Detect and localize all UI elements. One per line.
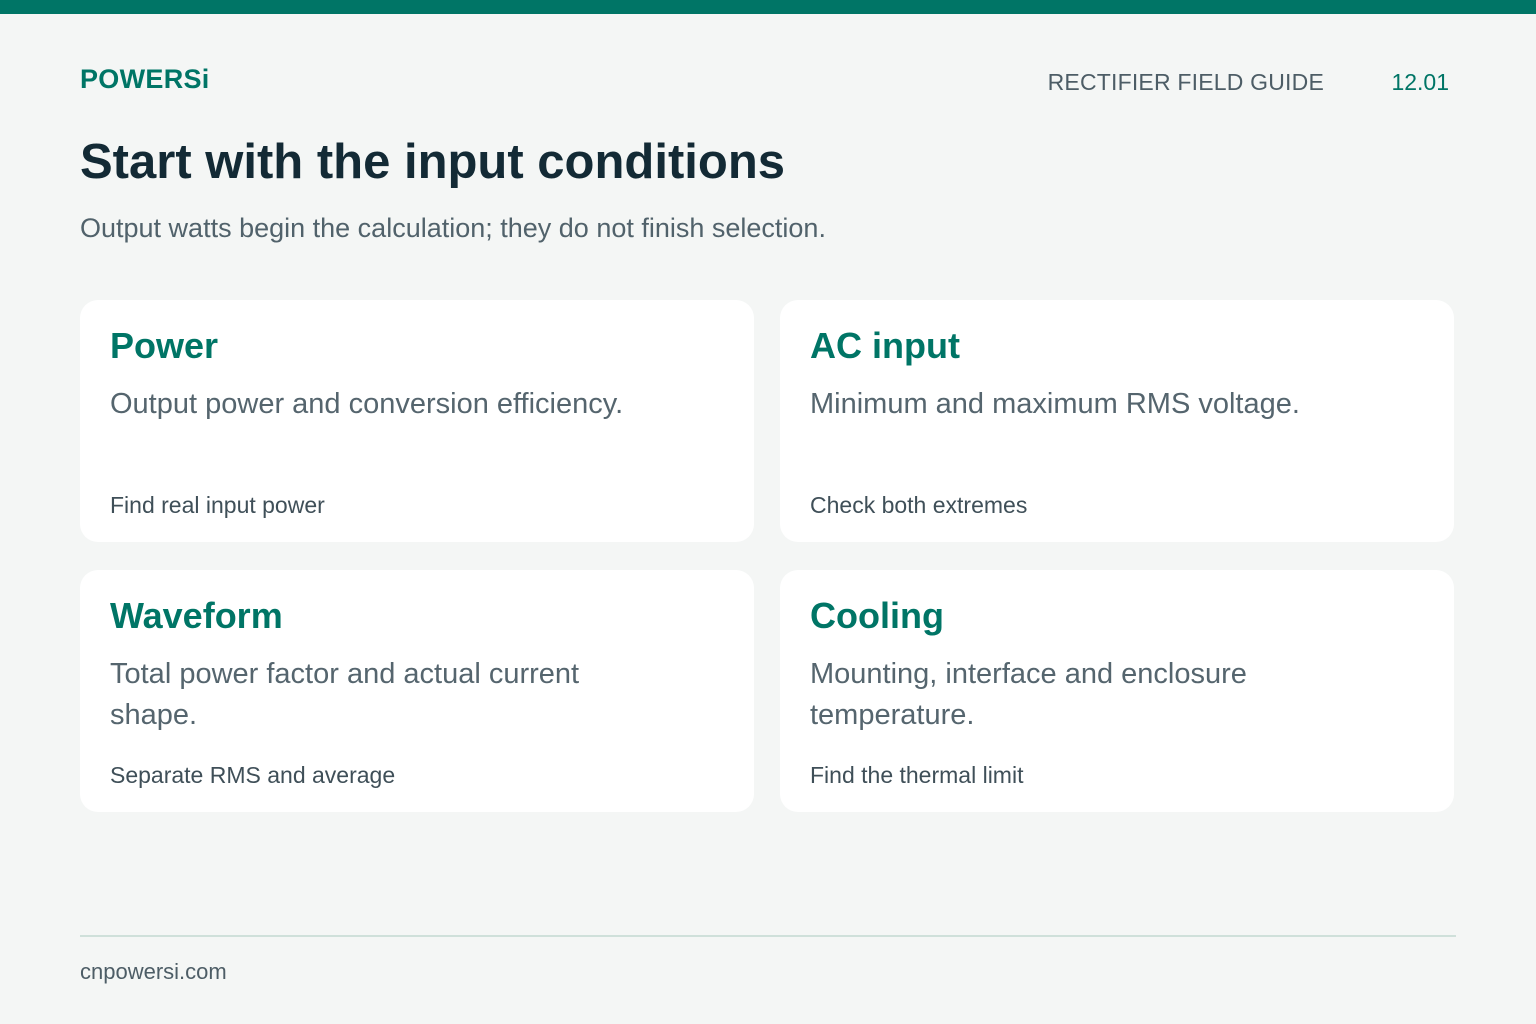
top-accent-bar <box>0 0 1536 14</box>
card-title: AC input <box>810 325 960 366</box>
card-title: Waveform <box>110 595 283 636</box>
footer-divider <box>80 935 1456 937</box>
card-cooling: Cooling Mounting, interface and enclosur… <box>780 570 1454 812</box>
card-ac-input: AC input Minimum and maximum RMS voltage… <box>780 300 1454 542</box>
card-note: Separate RMS and average <box>110 762 396 788</box>
card-description: Mounting, interface and enclosure temper… <box>810 658 1247 732</box>
card-note: Check both extremes <box>810 492 1028 518</box>
page-title: Start with the input conditions <box>80 135 785 189</box>
card-description: Total power factor and actual current sh… <box>110 658 580 732</box>
card-note: Find the thermal limit <box>810 762 1024 788</box>
footer-website-url: cnpowersi.com <box>80 959 227 984</box>
card-waveform: Waveform Total power factor and actual c… <box>80 570 754 812</box>
card-note: Find real input power <box>110 492 325 518</box>
card-description: Output power and conversion efficiency. <box>110 388 624 421</box>
brand-logo-text: POWERSi <box>80 64 210 94</box>
page-subtitle: Output watts begin the calculation; they… <box>80 213 826 243</box>
card-description: Minimum and maximum RMS voltage. <box>810 388 1300 421</box>
card-power: Power Output power and conversion effici… <box>80 300 754 542</box>
card-title: Power <box>110 325 219 366</box>
card-title: Cooling <box>810 595 944 636</box>
guide-title: RECTIFIER FIELD GUIDE <box>1047 69 1324 95</box>
page-number: 12.01 <box>1391 69 1449 95</box>
